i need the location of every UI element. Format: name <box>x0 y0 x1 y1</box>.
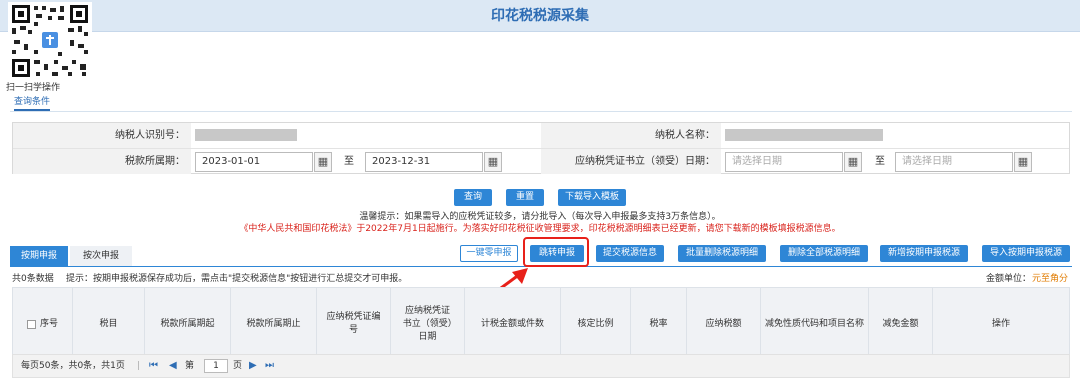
record-count: 共0条数据 <box>12 274 54 284</box>
column-header: 税款所属期止 <box>231 288 317 360</box>
page-title: 印花税税源采集 <box>491 8 589 24</box>
qr-caption: 扫一扫学操作 <box>6 83 61 93</box>
taxpayer-id-label: 纳税人识别号： <box>13 123 191 148</box>
table-header: 序号 税目 税款所属期起 税款所属期止 应纳税凭证编号 应纳税凭证书立（领受）日… <box>12 287 1070 361</box>
column-header: 核定比例 <box>561 288 631 360</box>
calendar-icon[interactable]: ▦ <box>1014 152 1032 172</box>
delete-all-button[interactable]: 删除全部税源明细 <box>780 245 868 262</box>
calendar-icon[interactable]: ▦ <box>844 152 862 172</box>
query-form: 纳税人识别号： 纳税人名称： 税款所属期： 2023-01-01 ▦ 至 202… <box>12 122 1070 174</box>
column-header: 税率 <box>631 288 687 360</box>
to-label: 至 <box>344 156 354 167</box>
column-header: 应纳税凭证书立（领受）日期 <box>391 288 465 360</box>
batch-delete-button[interactable]: 批量删除税源明细 <box>678 245 766 262</box>
zero-declare-button[interactable]: 一键零申报 <box>460 245 518 262</box>
add-periodic-button[interactable]: 新增按期申报税源 <box>880 245 968 262</box>
to-label: 至 <box>875 156 885 167</box>
amount-unit-value: 元至角分 <box>1032 274 1069 284</box>
taxpayer-id-value <box>195 129 297 141</box>
hint-text: 提示：按期申报税源保存成功后，需点击"提交税源信息"按钮进行汇总提交才可申报。 <box>66 274 408 284</box>
amount-unit-label: 金额单位： <box>986 274 1032 284</box>
voucher-date-start-input[interactable]: 请选择日期 <box>725 152 843 172</box>
page-number-input[interactable]: 1 <box>204 359 228 373</box>
period-label: 税款所属期： <box>13 149 191 174</box>
column-header-index: 序号 <box>13 288 73 360</box>
period-start-input[interactable]: 2023-01-01 <box>195 152 313 172</box>
taxpayer-name-value <box>725 129 883 141</box>
qr-code <box>8 2 92 80</box>
column-header: 操作 <box>991 318 1010 329</box>
period-end-input[interactable]: 2023-12-31 <box>365 152 483 172</box>
form-row-1: 纳税人识别号： 纳税人名称： <box>13 123 1069 149</box>
reset-button[interactable]: 重置 <box>506 189 544 206</box>
select-all-checkbox[interactable] <box>26 319 36 329</box>
column-header: 税款所属期起 <box>145 288 231 360</box>
tab-periodic[interactable]: 按期申报 <box>10 246 68 266</box>
import-periodic-button[interactable]: 导入按期申报税源 <box>982 245 1070 262</box>
prev-page-icon[interactable]: ◀ <box>169 355 177 377</box>
next-page-icon[interactable]: ▶ <box>249 355 257 377</box>
page-suffix: 页 <box>233 361 243 371</box>
voucher-date-end-input[interactable]: 请选择日期 <box>895 152 1013 172</box>
column-header: 计税金额或件数 <box>465 288 561 360</box>
column-header: 减免金额 <box>869 288 933 360</box>
column-header: 应纳税凭证编号 <box>317 288 391 360</box>
query-conditions-tab[interactable]: 查询条件 <box>14 94 51 111</box>
calendar-icon[interactable]: ▦ <box>314 152 332 172</box>
pagination: 每页50条，共0条，共1页 | ⏮ ◀ 第 1 页 ▶ ⏭ <box>12 354 1070 378</box>
last-page-icon[interactable]: ⏭ <box>265 355 274 377</box>
divider <box>10 111 1072 112</box>
column-header: 应纳税额 <box>687 288 761 360</box>
taxpayer-name-label: 纳税人名称： <box>541 123 721 148</box>
pager-summary: 每页50条，共0条，共1页 <box>21 361 125 371</box>
column-header: 减免性质代码和项目名称 <box>761 288 869 360</box>
pager-separator: | <box>137 361 141 371</box>
column-header: 税目 <box>73 288 145 360</box>
download-template-button[interactable]: 下载导入模板 <box>558 189 626 206</box>
first-page-icon[interactable]: ⏮ <box>149 355 158 377</box>
query-button[interactable]: 查询 <box>454 189 492 206</box>
voucher-date-label: 应纳税凭证书立（领受）日期： <box>541 149 721 174</box>
tab-per-transaction[interactable]: 按次申报 <box>70 246 132 266</box>
form-row-2: 税款所属期： 2023-01-01 ▦ 至 2023-12-31 ▦ 应纳税凭证… <box>13 149 1069 175</box>
warning-text: 《中华人民共和国印花税法》于2022年7月1日起施行。为落实好印花税征收管理要求… <box>239 224 841 234</box>
page-prefix: 第 <box>185 361 195 371</box>
calendar-icon[interactable]: ▦ <box>484 152 502 172</box>
submit-source-button[interactable]: 提交税源信息 <box>596 245 664 262</box>
